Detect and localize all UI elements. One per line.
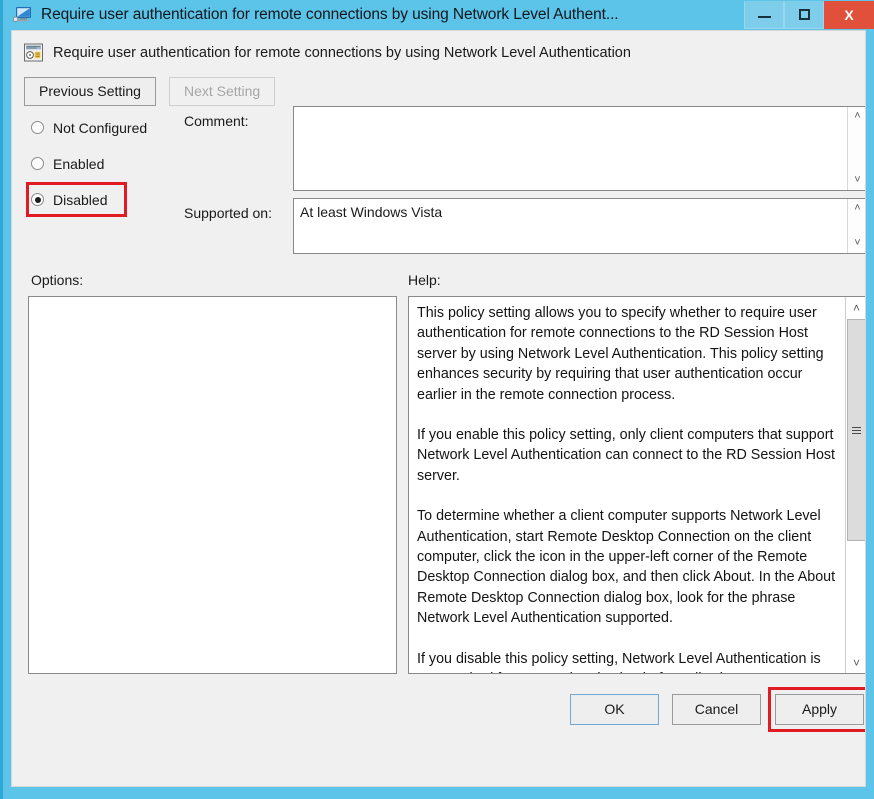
scroll-track[interactable] — [848, 218, 866, 234]
scroll-up-icon[interactable]: ˄ — [848, 199, 866, 218]
caption-buttons: X — [744, 1, 874, 29]
policy-setting-window: Require user authentication for remote c… — [0, 0, 874, 799]
comment-field[interactable]: ˄ ˅ — [293, 106, 866, 191]
help-panel: This policy setting allows you to specif… — [408, 296, 866, 674]
help-paragraph: If you disable this policy setting, Netw… — [417, 649, 836, 673]
scroll-grip-icon — [852, 427, 861, 434]
scroll-up-icon[interactable]: ˄ — [848, 107, 866, 126]
options-panel[interactable] — [28, 296, 397, 674]
radio-label-disabled: Disabled — [53, 192, 107, 208]
comment-value[interactable] — [294, 107, 847, 190]
group-policy-setting-icon — [23, 43, 44, 63]
setting-navigation: Previous Setting Next Setting — [12, 65, 865, 106]
supported-on-scrollbar[interactable]: ˄ ˅ — [847, 199, 866, 253]
radio-enabled[interactable]: Enabled — [31, 154, 191, 173]
minimize-icon — [758, 16, 771, 18]
help-scrollbar[interactable]: ˄ ˅ — [845, 297, 866, 673]
minimize-button[interactable] — [744, 1, 784, 29]
scroll-down-icon[interactable]: ˅ — [848, 171, 866, 190]
scroll-thumb[interactable] — [847, 319, 866, 541]
radio-circle-selected-icon — [31, 193, 44, 206]
ok-button[interactable]: OK — [570, 694, 659, 725]
title-bar[interactable]: Require user authentication for remote c… — [11, 0, 866, 30]
help-paragraph: To determine whether a client computer s… — [417, 506, 836, 628]
previous-setting-button[interactable]: Previous Setting — [24, 77, 156, 106]
supported-on-field[interactable]: At least Windows Vista ˄ ˅ — [293, 198, 866, 254]
next-setting-button[interactable]: Next Setting — [169, 77, 275, 106]
scroll-down-icon[interactable]: ˅ — [847, 652, 866, 673]
radio-circle-icon — [31, 121, 44, 134]
policy-state-radio-group: Not Configured Enabled Disabled — [31, 118, 191, 226]
dialog-body: Require user authentication for remote c… — [11, 30, 866, 787]
help-label: Help: — [408, 272, 441, 288]
policy-header: Require user authentication for remote c… — [12, 31, 865, 65]
policy-state-area: Not Configured Enabled Disabled Comment:… — [12, 106, 865, 262]
maximize-button[interactable] — [784, 1, 824, 29]
radio-label-not-configured: Not Configured — [53, 120, 147, 136]
supported-on-value: At least Windows Vista — [294, 199, 847, 253]
remote-desktop-monitor-icon — [13, 6, 33, 24]
radio-label-enabled: Enabled — [53, 156, 104, 172]
radio-not-configured[interactable]: Not Configured — [31, 118, 191, 137]
apply-button[interactable]: Apply — [775, 694, 864, 725]
options-label: Options: — [31, 272, 83, 288]
radio-disabled[interactable]: Disabled — [31, 190, 191, 209]
close-button[interactable]: X — [824, 1, 874, 29]
comment-label: Comment: — [184, 113, 249, 129]
help-paragraph: If you enable this policy setting, only … — [417, 425, 836, 486]
comment-scrollbar[interactable]: ˄ ˅ — [847, 107, 866, 190]
window-title: Require user authentication for remote c… — [41, 6, 744, 24]
cancel-button[interactable]: Cancel — [672, 694, 761, 725]
scroll-down-icon[interactable]: ˅ — [848, 234, 866, 253]
panels-area: This policy setting allows you to specif… — [12, 296, 865, 680]
radio-circle-icon — [31, 157, 44, 170]
help-paragraph: This policy setting allows you to specif… — [417, 303, 836, 405]
help-text: This policy setting allows you to specif… — [409, 297, 845, 673]
panel-labels: Options: Help: — [12, 262, 865, 296]
scroll-track[interactable] — [848, 126, 866, 171]
policy-setting-name: Require user authentication for remote c… — [53, 45, 631, 61]
scroll-up-icon[interactable]: ˄ — [847, 297, 866, 318]
maximize-icon — [799, 9, 810, 20]
dialog-footer: OK Cancel Apply — [12, 680, 865, 740]
supported-on-label: Supported on: — [184, 205, 272, 221]
